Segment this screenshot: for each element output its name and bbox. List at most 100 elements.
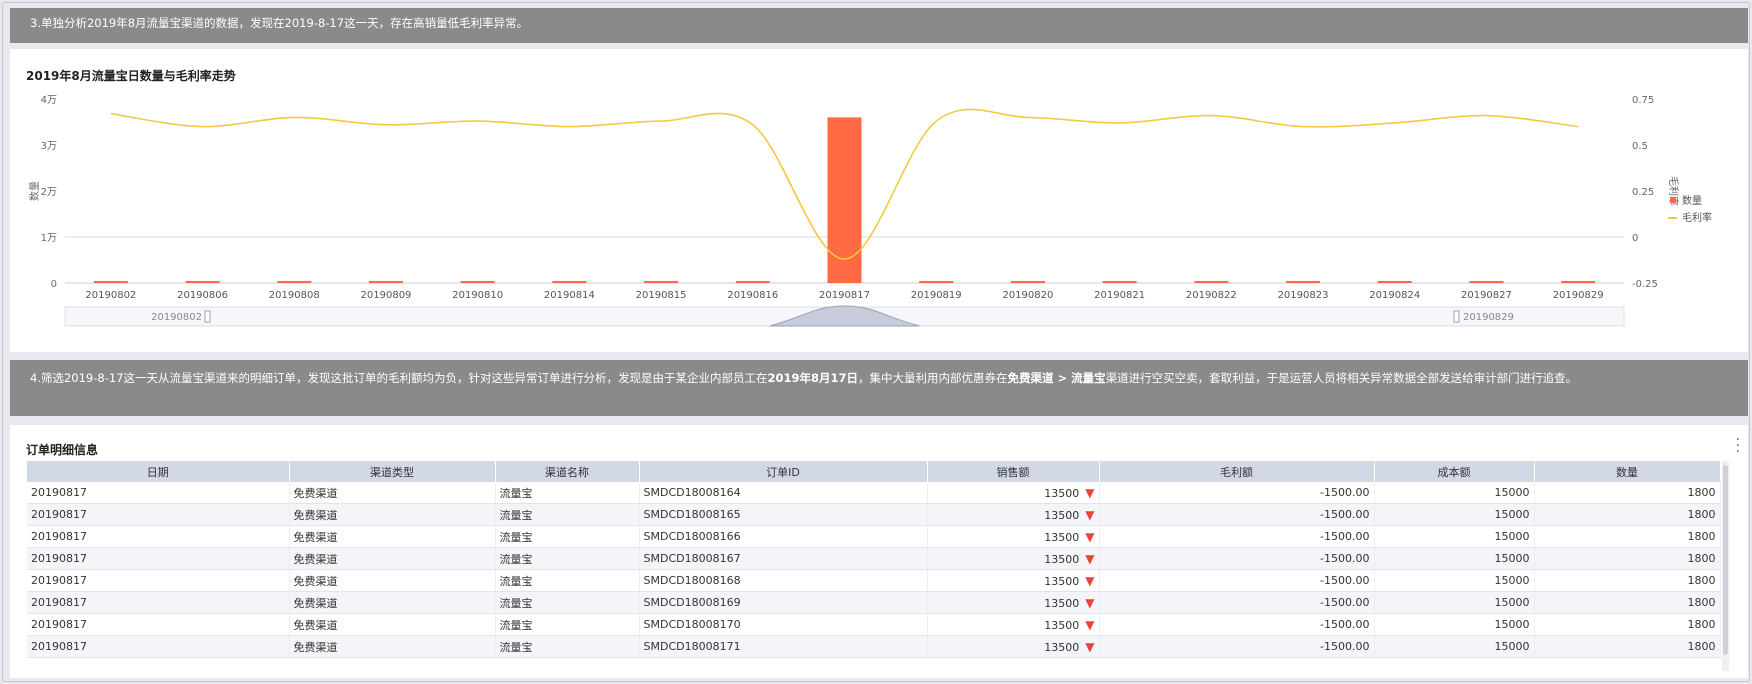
- cell-value: 20190817: [31, 596, 87, 609]
- bar-20190808: [277, 281, 312, 283]
- down-arrow-icon: ▼: [1085, 507, 1095, 522]
- table-scrollbar[interactable]: [1722, 461, 1729, 671]
- table-row[interactable]: 20190817 免费渠道 流量宝 SMDCD18008167 13500 ▼ -1500.…: [27, 547, 1721, 570]
- column-header[interactable]: 订单ID: [639, 461, 928, 482]
- down-arrow-icon: ▼: [1085, 617, 1095, 632]
- x-tick-label: 20190806: [177, 290, 228, 301]
- x-tick-label: 20190821: [1094, 290, 1145, 301]
- table-row[interactable]: 20190817 免费渠道 流量宝 SMDCD18008171 13500 ▼ -1500.…: [27, 635, 1721, 658]
- x-tick-label: 20190824: [1369, 290, 1420, 301]
- table-cell: -1500.00: [1099, 482, 1375, 504]
- table-cell: 1800: [1534, 547, 1721, 570]
- cell-value: 15000: [1494, 552, 1530, 565]
- cell-value: 13500: [1044, 508, 1080, 522]
- cell-value: -1500.00: [1320, 530, 1370, 543]
- cell-value: 13500: [1044, 574, 1080, 588]
- column-header[interactable]: 数量: [1534, 461, 1721, 482]
- table-card: 订单明细信息 · · · 日期 渠道类型 渠道名称 订单ID 销售额 毛利额 成本额 数量 201…: [10, 425, 1748, 678]
- insight-banner-top: 3.单独分析2019年8月流量宝渠道的数据，发现在2019-8-17这一天，存在…: [10, 8, 1748, 43]
- table-cell: 免费渠道: [289, 482, 496, 504]
- cell-value: 免费渠道: [293, 486, 338, 500]
- table-row[interactable]: 20190817 免费渠道 流量宝 SMDCD18008166 13500 ▼ -1500.…: [27, 525, 1721, 548]
- cell-value: 15000: [1494, 640, 1530, 653]
- y-tick-right: 0.25: [1632, 187, 1654, 198]
- cell-value: 1800: [1687, 640, 1716, 653]
- y-tick-right: 0.75: [1632, 95, 1654, 106]
- table-cell: 流量宝: [495, 525, 640, 548]
- cell-value: -1500.00: [1320, 574, 1370, 587]
- table-cell: 13500 ▼: [927, 613, 1100, 636]
- column-header[interactable]: 日期: [27, 461, 290, 482]
- zoom-end-label: 20190829: [1463, 312, 1514, 323]
- table-row[interactable]: 20190817 免费渠道 流量宝 SMDCD18008169 13500 ▼ -1500.…: [27, 591, 1721, 614]
- table-cell: 免费渠道: [289, 569, 496, 592]
- legend-label-quantity: 数量: [1682, 194, 1702, 207]
- cell-value: 13500: [1044, 596, 1080, 610]
- column-header[interactable]: 毛利额: [1099, 461, 1375, 482]
- table-cell: SMDCD18008170: [639, 613, 928, 636]
- table-cell: SMDCD18008167: [639, 547, 928, 570]
- cell-value: 免费渠道: [293, 508, 338, 522]
- cell-value: 20190817: [31, 640, 87, 653]
- cell-value: SMDCD18008164: [643, 486, 741, 499]
- cell-value: 流量宝: [499, 640, 533, 654]
- cell-value: SMDCD18008170: [643, 618, 741, 631]
- x-tick-label: 20190816: [727, 290, 778, 301]
- column-header[interactable]: 渠道名称: [495, 461, 640, 482]
- table-cell: 免费渠道: [289, 613, 496, 636]
- table-row[interactable]: 20190817 免费渠道 流量宝 SMDCD18008168 13500 ▼ -1500.…: [27, 569, 1721, 592]
- chart-card: 2019年8月流量宝日数量与毛利率走势 0 1万 2万 3万 4万 -0.25 0 0.25 0…: [10, 49, 1748, 352]
- table-cell: 1800: [1534, 503, 1721, 526]
- table-cell: 1800: [1534, 613, 1721, 636]
- cell-value: SMDCD18008171: [643, 640, 741, 653]
- bar-20190814: [552, 281, 587, 283]
- bar-20190815: [644, 281, 679, 283]
- table-cell: -1500.00: [1099, 591, 1375, 614]
- table-cell: 20190817: [27, 569, 290, 592]
- table-row[interactable]: 20190817 免费渠道 流量宝 SMDCD18008164 13500 ▼ -1500.…: [27, 482, 1721, 504]
- cell-value: 流量宝: [499, 574, 533, 588]
- cell-value: 20190817: [31, 508, 87, 521]
- cell-value: 1800: [1687, 530, 1716, 543]
- cell-value: -1500.00: [1320, 508, 1370, 521]
- column-header[interactable]: 销售额: [927, 461, 1100, 482]
- cell-value: -1500.00: [1320, 640, 1370, 653]
- combo-chart[interactable]: 0 1万 2万 3万 4万 -0.25 0 0.25 0.5 0.75 数量 毛利率 20190802 2…: [10, 49, 1748, 352]
- cell-value: 免费渠道: [293, 618, 338, 632]
- table-cell: -1500.00: [1099, 525, 1375, 548]
- table-row[interactable]: 20190817 免费渠道 流量宝 SMDCD18008165 13500 ▼ -1500.…: [27, 503, 1721, 526]
- table-cell: 20190817: [27, 482, 290, 504]
- cell-value: SMDCD18008166: [643, 530, 741, 543]
- table-cell: 流量宝: [495, 569, 640, 592]
- column-header[interactable]: 成本额: [1374, 461, 1535, 482]
- down-arrow-icon: ▼: [1085, 639, 1095, 654]
- cell-value: 13500: [1044, 530, 1080, 544]
- table-cell: 15000: [1374, 613, 1535, 636]
- legend-marker-bar: [1670, 197, 1676, 203]
- table-cell: 1800: [1534, 569, 1721, 592]
- table-cell: 1800: [1534, 482, 1721, 504]
- insight-text-part: 渠道进行空买空卖，套取利益，于是运营人员将相关异常数据全部发送给审计部门进行追查…: [1105, 371, 1578, 385]
- scrollbar-thumb[interactable]: [1723, 465, 1728, 655]
- table-cell: 15000: [1374, 503, 1535, 526]
- table-cell: 免费渠道: [289, 635, 496, 658]
- table-cell: 13500 ▼: [927, 482, 1100, 504]
- order-detail-table: 日期 渠道类型 渠道名称 订单ID 销售额 毛利额 成本额 数量 20190817 免费渠道 流量…: [27, 461, 1721, 658]
- table-cell: 13500 ▼: [927, 569, 1100, 592]
- table-cell: 1800: [1534, 591, 1721, 614]
- column-header[interactable]: 渠道类型: [289, 461, 496, 482]
- y-tick-right: -0.25: [1632, 279, 1658, 290]
- cell-value: 13500: [1044, 640, 1080, 654]
- zoom-start-label: 20190802: [151, 312, 202, 323]
- more-menu-icon[interactable]: · · ·: [1736, 433, 1740, 459]
- table-row[interactable]: 20190817 免费渠道 流量宝 SMDCD18008170 13500 ▼ -1500.…: [27, 613, 1721, 636]
- bar-20190824: [1377, 281, 1412, 283]
- table-cell: 15000: [1374, 547, 1535, 570]
- cell-value: 流量宝: [499, 486, 533, 500]
- cell-value: 免费渠道: [293, 552, 338, 566]
- y-tick-right: 0.5: [1632, 141, 1648, 152]
- bar-20190802: [93, 281, 128, 283]
- x-tick-label: 20190809: [361, 290, 412, 301]
- table-cell: 20190817: [27, 635, 290, 658]
- table-cell: SMDCD18008168: [639, 569, 928, 592]
